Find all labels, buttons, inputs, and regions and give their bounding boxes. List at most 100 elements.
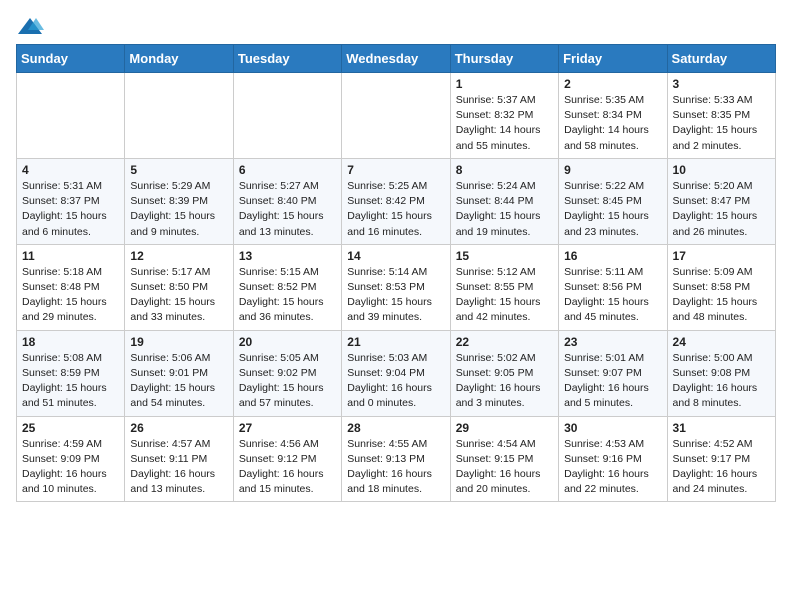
day-info: Sunrise: 4:53 AM Sunset: 9:16 PM Dayligh… [564,437,661,498]
day-header-friday: Friday [559,45,667,73]
calendar-cell: 28Sunrise: 4:55 AM Sunset: 9:13 PM Dayli… [342,416,450,502]
calendar-cell: 22 Sunrise: 5:02 AM Sunset: 9:05 PM Dayli… [450,330,558,416]
calendar-cell: 9 Sunrise: 5:22 AM Sunset: 8:45 PM Daylig… [559,158,667,244]
day-number: 30 [564,421,661,435]
day-info: Sunrise: 5:29 AM Sunset: 8:39 PM Dayligh… [130,179,227,240]
week-row-4: 18Sunrise: 5:08 AM Sunset: 8:59 PM Dayli… [17,330,776,416]
calendar-cell: 14Sunrise: 5:14 AM Sunset: 8:53 PM Dayli… [342,244,450,330]
week-row-5: 25 Sunrise: 4:59 AM Sunset: 9:09 PM Dayli… [17,416,776,502]
calendar-cell: 27 Sunrise: 4:56 AM Sunset: 9:12 PM Dayli… [233,416,341,502]
day-number: 7 [347,163,444,177]
day-info: Sunrise: 4:55 AM Sunset: 9:13 PM Dayligh… [347,437,444,498]
calendar-cell: 16Sunrise: 5:11 AM Sunset: 8:56 PM Dayli… [559,244,667,330]
day-number: 31 [673,421,770,435]
calendar-cell: 8 Sunrise: 5:24 AM Sunset: 8:44 PM Daylig… [450,158,558,244]
day-number: 23 [564,335,661,349]
day-info: Sunrise: 5:20 AM Sunset: 8:47 PM Dayligh… [673,179,770,240]
calendar-cell: 17 Sunrise: 5:09 AM Sunset: 8:58 PM Dayli… [667,244,775,330]
day-number: 21 [347,335,444,349]
day-info: Sunrise: 5:37 AM Sunset: 8:32 PM Dayligh… [456,93,553,154]
day-header-monday: Monday [125,45,233,73]
calendar-cell: 2Sunrise: 5:35 AM Sunset: 8:34 PM Daylig… [559,73,667,159]
calendar-cell [233,73,341,159]
day-number: 17 [673,249,770,263]
calendar-cell: 18Sunrise: 5:08 AM Sunset: 8:59 PM Dayli… [17,330,125,416]
day-number: 20 [239,335,336,349]
day-number: 3 [673,77,770,91]
day-number: 29 [456,421,553,435]
day-header-thursday: Thursday [450,45,558,73]
day-number: 11 [22,249,119,263]
day-info: Sunrise: 4:52 AM Sunset: 9:17 PM Dayligh… [673,437,770,498]
calendar: SundayMondayTuesdayWednesdayThursdayFrid… [16,44,776,502]
day-number: 10 [673,163,770,177]
day-info: Sunrise: 5:11 AM Sunset: 8:56 PM Dayligh… [564,265,661,326]
day-number: 5 [130,163,227,177]
week-row-3: 11Sunrise: 5:18 AM Sunset: 8:48 PM Dayli… [17,244,776,330]
calendar-cell: 11Sunrise: 5:18 AM Sunset: 8:48 PM Dayli… [17,244,125,330]
day-number: 22 [456,335,553,349]
day-info: Sunrise: 5:14 AM Sunset: 8:53 PM Dayligh… [347,265,444,326]
calendar-cell: 31 Sunrise: 4:52 AM Sunset: 9:17 PM Dayli… [667,416,775,502]
day-info: Sunrise: 5:31 AM Sunset: 8:37 PM Dayligh… [22,179,119,240]
calendar-cell: 26 Sunrise: 4:57 AM Sunset: 9:11 PM Dayli… [125,416,233,502]
day-info: Sunrise: 5:33 AM Sunset: 8:35 PM Dayligh… [673,93,770,154]
day-info: Sunrise: 5:22 AM Sunset: 8:45 PM Dayligh… [564,179,661,240]
day-info: Sunrise: 4:54 AM Sunset: 9:15 PM Dayligh… [456,437,553,498]
calendar-cell: 30 Sunrise: 4:53 AM Sunset: 9:16 PM Dayli… [559,416,667,502]
calendar-cell: 29 Sunrise: 4:54 AM Sunset: 9:15 PM Dayli… [450,416,558,502]
day-header-wednesday: Wednesday [342,45,450,73]
day-number: 26 [130,421,227,435]
day-info: Sunrise: 5:12 AM Sunset: 8:55 PM Dayligh… [456,265,553,326]
calendar-cell: 6 Sunrise: 5:27 AM Sunset: 8:40 PM Daylig… [233,158,341,244]
week-row-2: 4Sunrise: 5:31 AM Sunset: 8:37 PM Daylig… [17,158,776,244]
calendar-cell: 25 Sunrise: 4:59 AM Sunset: 9:09 PM Dayli… [17,416,125,502]
calendar-cell: 3 Sunrise: 5:33 AM Sunset: 8:35 PM Daylig… [667,73,775,159]
day-number: 13 [239,249,336,263]
day-info: Sunrise: 5:25 AM Sunset: 8:42 PM Dayligh… [347,179,444,240]
logo-icon [16,16,44,36]
calendar-cell [342,73,450,159]
calendar-cell: 10 Sunrise: 5:20 AM Sunset: 8:47 PM Dayli… [667,158,775,244]
day-info: Sunrise: 4:56 AM Sunset: 9:12 PM Dayligh… [239,437,336,498]
day-info: Sunrise: 5:01 AM Sunset: 9:07 PM Dayligh… [564,351,661,412]
calendar-header: SundayMondayTuesdayWednesdayThursdayFrid… [17,45,776,73]
day-info: Sunrise: 5:27 AM Sunset: 8:40 PM Dayligh… [239,179,336,240]
day-info: Sunrise: 5:06 AM Sunset: 9:01 PM Dayligh… [130,351,227,412]
day-number: 19 [130,335,227,349]
calendar-cell: 1 Sunrise: 5:37 AM Sunset: 8:32 PM Daylig… [450,73,558,159]
day-number: 6 [239,163,336,177]
day-info: Sunrise: 5:03 AM Sunset: 9:04 PM Dayligh… [347,351,444,412]
calendar-cell [17,73,125,159]
day-number: 8 [456,163,553,177]
day-info: Sunrise: 5:05 AM Sunset: 9:02 PM Dayligh… [239,351,336,412]
calendar-cell: 4Sunrise: 5:31 AM Sunset: 8:37 PM Daylig… [17,158,125,244]
week-row-1: 1 Sunrise: 5:37 AM Sunset: 8:32 PM Daylig… [17,73,776,159]
day-number: 9 [564,163,661,177]
calendar-cell: 21 Sunrise: 5:03 AM Sunset: 9:04 PM Dayli… [342,330,450,416]
day-header-tuesday: Tuesday [233,45,341,73]
day-number: 18 [22,335,119,349]
calendar-cell: 15Sunrise: 5:12 AM Sunset: 8:55 PM Dayli… [450,244,558,330]
calendar-cell: 19 Sunrise: 5:06 AM Sunset: 9:01 PM Dayli… [125,330,233,416]
day-header-saturday: Saturday [667,45,775,73]
day-info: Sunrise: 5:02 AM Sunset: 9:05 PM Dayligh… [456,351,553,412]
header [16,16,776,36]
day-info: Sunrise: 5:15 AM Sunset: 8:52 PM Dayligh… [239,265,336,326]
day-number: 2 [564,77,661,91]
day-number: 24 [673,335,770,349]
day-info: Sunrise: 5:09 AM Sunset: 8:58 PM Dayligh… [673,265,770,326]
header-row: SundayMondayTuesdayWednesdayThursdayFrid… [17,45,776,73]
logo [16,16,48,36]
calendar-cell [125,73,233,159]
day-info: Sunrise: 5:24 AM Sunset: 8:44 PM Dayligh… [456,179,553,240]
calendar-cell: 13 Sunrise: 5:15 AM Sunset: 8:52 PM Dayli… [233,244,341,330]
calendar-cell: 23 Sunrise: 5:01 AM Sunset: 9:07 PM Dayli… [559,330,667,416]
day-number: 27 [239,421,336,435]
day-info: Sunrise: 4:59 AM Sunset: 9:09 PM Dayligh… [22,437,119,498]
day-number: 25 [22,421,119,435]
calendar-cell: 7 Sunrise: 5:25 AM Sunset: 8:42 PM Daylig… [342,158,450,244]
day-number: 1 [456,77,553,91]
day-info: Sunrise: 4:57 AM Sunset: 9:11 PM Dayligh… [130,437,227,498]
calendar-cell: 12Sunrise: 5:17 AM Sunset: 8:50 PM Dayli… [125,244,233,330]
